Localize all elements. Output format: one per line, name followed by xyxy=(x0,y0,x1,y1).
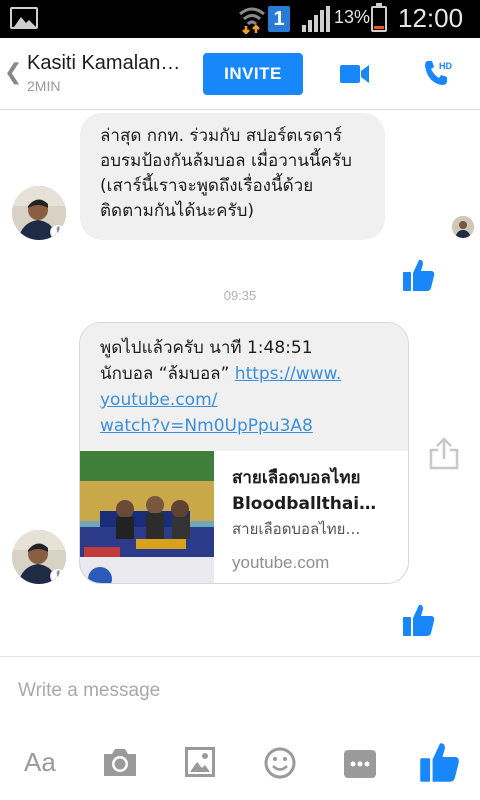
composer-divider xyxy=(0,656,480,657)
message-line: อบรมป้องกันล้มบอล เมื่อวานนี้ครับ xyxy=(100,151,352,171)
contact-name[interactable]: Kasiti Kamalan… xyxy=(27,52,180,75)
facebook-badge-icon: f xyxy=(50,224,66,240)
camera-icon[interactable] xyxy=(102,746,138,778)
thumbs-up-icon[interactable] xyxy=(420,741,460,783)
conversation-header: ❮ Kasiti Kamalan… 2MIN INVITE HD xyxy=(0,38,480,110)
clock: 12:00 xyxy=(398,3,464,33)
contact-active-status: 2MIN xyxy=(27,78,61,94)
message-input[interactable]: Write a message xyxy=(18,680,160,702)
message-line: ล่าสุด กกท. ร่วมกับ สปอร์ตเรดาร์ xyxy=(100,126,342,146)
video-thumbnail[interactable] xyxy=(80,451,214,583)
thumbs-up-icon[interactable] xyxy=(403,258,435,292)
sender-avatar[interactable]: f xyxy=(12,186,66,240)
status-bar: 1 13% 12:00 xyxy=(0,0,480,38)
smiley-icon[interactable] xyxy=(264,747,296,779)
notification-badge: 1 xyxy=(268,6,290,32)
message-line: พูดไปแล้วครับ นาที 1:48:51 xyxy=(100,338,313,358)
youtube-link[interactable]: youtube.com/ xyxy=(100,387,408,413)
message-line: (เสาร์นี้เราจะพูดถึงเรื่องนี้ด้วย xyxy=(100,176,314,196)
gallery-notification-icon xyxy=(10,7,38,29)
youtube-link[interactable]: watch?v=Nm0UpPpu3A8 xyxy=(100,413,408,439)
more-icon[interactable] xyxy=(344,750,376,778)
text-format-button[interactable]: Aa xyxy=(24,747,56,778)
link-message-text: พูดไปแล้วครับ นาที 1:48:51 นักบอล “ล้มบอ… xyxy=(80,323,408,451)
seen-by-avatar xyxy=(452,216,474,238)
phone-hd-icon[interactable]: HD xyxy=(422,58,454,88)
sender-avatar[interactable]: f xyxy=(12,530,66,584)
message-timestamp: 09:35 xyxy=(223,288,257,303)
message-bubble[interactable]: ล่าสุด กกท. ร่วมกับ สปอร์ตเรดาร์ อบรมป้อ… xyxy=(80,113,385,240)
invite-button[interactable]: INVITE xyxy=(203,53,303,95)
link-preview-title-line: สายเลือดบอลไทย xyxy=(232,468,361,488)
link-message-card[interactable]: พูดไปแล้วครับ นาที 1:48:51 นักบอล “ล้มบอ… xyxy=(79,322,409,584)
battery-icon xyxy=(371,3,387,32)
message-line: ติดตามกันได้นะครับ) xyxy=(100,201,255,221)
signal-icon xyxy=(302,6,330,32)
youtube-link[interactable]: https://www. xyxy=(235,364,342,384)
link-preview-title-line: Bloodballthai… xyxy=(232,494,377,514)
message-line: นักบอล “ล้มบอล” https://www. xyxy=(100,361,408,387)
facebook-badge-icon: f xyxy=(50,568,66,584)
battery-percent: 13% xyxy=(334,7,371,27)
svg-text:HD: HD xyxy=(439,61,452,71)
wifi-icon xyxy=(239,7,265,34)
message-text: นักบอล “ล้มบอล” xyxy=(100,364,235,384)
thumbs-up-icon[interactable] xyxy=(403,603,435,637)
link-preview-description: สายเลือดบอลไทย… xyxy=(232,520,361,538)
share-icon[interactable] xyxy=(428,436,460,470)
back-chevron-icon[interactable]: ❮ xyxy=(4,60,22,85)
image-icon[interactable] xyxy=(185,747,215,777)
link-preview-domain: youtube.com xyxy=(232,553,330,572)
link-preview-title[interactable]: สายเลือดบอลไทย Bloodballthai… xyxy=(232,465,402,517)
video-call-icon[interactable] xyxy=(340,64,370,84)
